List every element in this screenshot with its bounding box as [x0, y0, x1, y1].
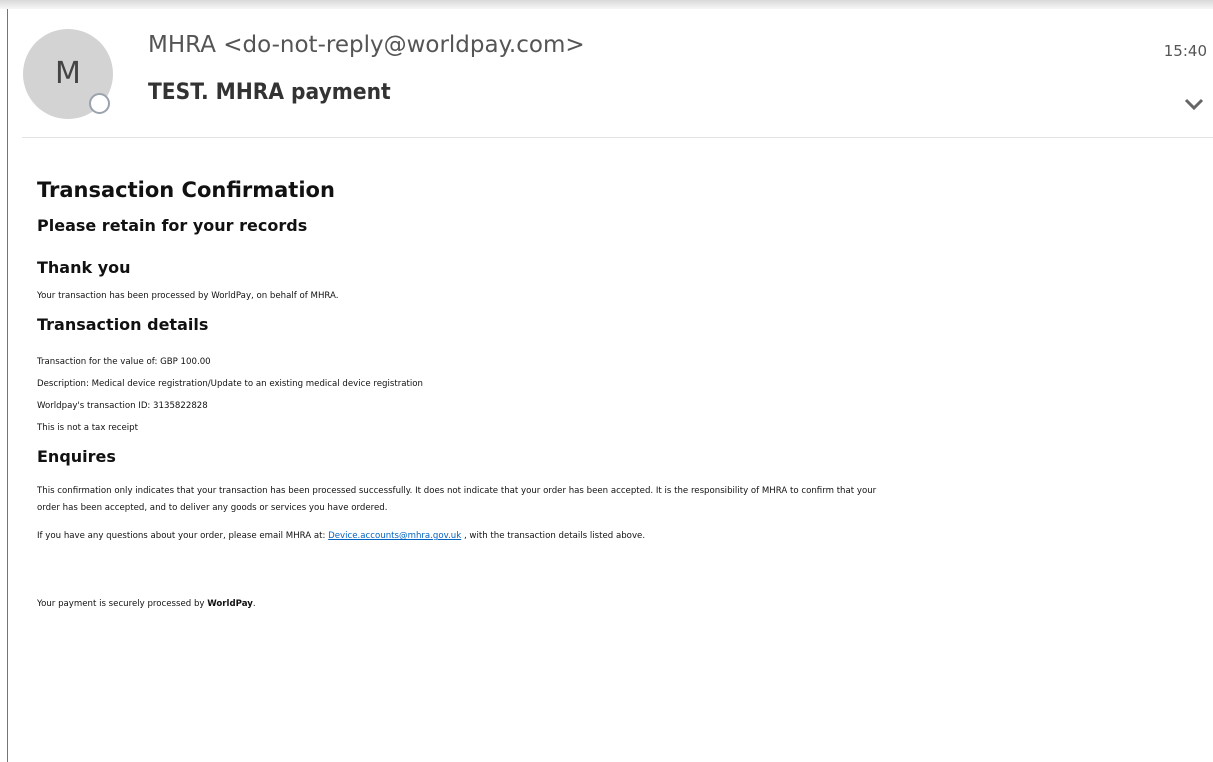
- tax-notice: This is not a tax receipt: [37, 423, 139, 433]
- enquires-heading: Enquires: [37, 447, 116, 466]
- transaction-description: Description: Medical device registration…: [37, 379, 423, 389]
- message-subject: TEST. MHRA payment: [148, 80, 391, 105]
- message-header: M MHRA <do-not-reply@worldpay.com> TEST.…: [8, 9, 1213, 137]
- message-time: 15:40: [1163, 42, 1207, 60]
- questions-suffix: , with the transaction details listed ab…: [461, 531, 646, 541]
- window-top-shadow: [0, 0, 1213, 9]
- transaction-id: Worldpay's transaction ID: 3135822828: [37, 401, 208, 411]
- presence-status-icon: [89, 93, 110, 114]
- footer-paragraph: Your payment is securely processed by Wo…: [37, 596, 1197, 613]
- header-divider: [22, 137, 1213, 138]
- confirmation-title: Transaction Confirmation: [37, 178, 335, 202]
- footer-prefix: Your payment is securely processed by: [37, 599, 208, 609]
- transaction-details-heading: Transaction details: [37, 315, 209, 334]
- retain-heading: Please retain for your records: [37, 216, 308, 235]
- enquires-text-line-2: order has been accepted, and to deliver …: [37, 503, 388, 513]
- questions-paragraph: If you have any questions about your ord…: [37, 528, 1197, 596]
- footer-suffix: .: [252, 599, 256, 609]
- sender-address[interactable]: MHRA <do-not-reply@worldpay.com>: [148, 32, 588, 58]
- transaction-value: Transaction for the value of: GBP 100.00: [37, 357, 211, 367]
- thank-you-heading: Thank you: [37, 258, 131, 277]
- support-email-link[interactable]: Device.accounts@mhra.gov.uk: [328, 531, 461, 541]
- footer-brand: WorldPay: [207, 599, 253, 609]
- message-body: Transaction Confirmation Please retain f…: [37, 178, 1197, 613]
- questions-prefix: If you have any questions about your ord…: [37, 531, 329, 541]
- processed-text: Your transaction has been processed by W…: [37, 291, 339, 301]
- avatar-initial: M: [55, 56, 81, 91]
- enquires-text-line-1: This confirmation only indicates that yo…: [37, 486, 877, 496]
- chevron-down-icon[interactable]: [1183, 96, 1205, 112]
